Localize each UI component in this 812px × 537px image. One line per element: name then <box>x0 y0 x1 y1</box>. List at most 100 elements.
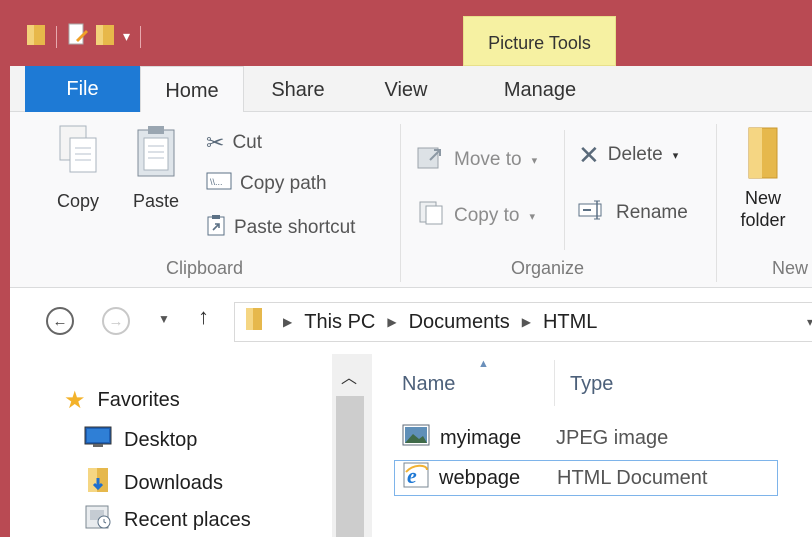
chevron-down-icon: ▾ <box>529 210 536 223</box>
customize-toolbar-icon[interactable]: ▾ <box>123 28 130 45</box>
ribbon: Copy Paste ✂ Cut \\... Copy path Paste s… <box>10 112 812 288</box>
file-row-webpage[interactable]: e webpage HTML Document <box>394 460 778 496</box>
navigation-bar: ← → ▼ ↑ ▶ This PC ▶ Documents ▶ HTML ▾ <box>10 288 812 354</box>
chevron-down-icon: ▾ <box>672 149 679 162</box>
image-file-icon <box>402 424 430 452</box>
copy-icon <box>56 125 100 180</box>
column-header-type[interactable]: Type <box>570 373 613 396</box>
sort-ascending-icon: ▲ <box>478 358 489 370</box>
title-bar: ▾ Picture Tools <box>0 0 812 66</box>
toolbar-divider <box>140 25 142 48</box>
back-button[interactable]: ← <box>46 307 74 335</box>
column-header-name[interactable]: Name <box>402 373 455 396</box>
new-folder-label-line1: New <box>744 188 781 208</box>
paste-shortcut-icon <box>206 214 226 242</box>
paste-shortcut-button[interactable]: Paste shortcut <box>206 214 355 242</box>
clipboard-group-label: Clipboard <box>166 258 244 278</box>
file-name: myimage <box>440 426 522 449</box>
rename-label: Rename <box>616 202 688 223</box>
folder-icon <box>26 22 46 51</box>
group-divider <box>400 124 401 282</box>
star-icon: ★ <box>64 387 86 414</box>
file-type: HTML Document <box>557 466 708 489</box>
move-to-button[interactable]: Move to ▾ <box>416 144 537 176</box>
breadcrumb-chevron-icon[interactable]: ▶ <box>522 315 531 329</box>
new-folder-label-line2: folder <box>740 210 786 230</box>
nav-item-favorites[interactable]: ★ Favorites <box>64 386 180 415</box>
copy-button[interactable]: Copy <box>48 124 108 212</box>
new-group-label: New <box>772 258 809 278</box>
copy-path-label: Copy path <box>240 173 327 194</box>
chevron-down-icon: ▾ <box>531 154 538 167</box>
nav-item-desktop[interactable]: Desktop <box>84 426 197 454</box>
file-type: JPEG image <box>556 426 669 449</box>
delete-x-icon: ✕ <box>578 140 600 170</box>
new-folder-icon <box>743 127 783 186</box>
nav-item-downloads[interactable]: Downloads <box>84 466 223 500</box>
delete-button[interactable]: ✕ Delete ▾ <box>578 140 679 170</box>
copy-to-icon <box>416 200 446 232</box>
tab-file[interactable]: File <box>25 66 140 112</box>
tab-home[interactable]: Home <box>140 66 244 113</box>
recent-locations-chevron-down-icon[interactable]: ▼ <box>158 312 170 326</box>
breadcrumb-this-pc[interactable]: This PC <box>304 311 375 334</box>
quick-access-toolbar: ▾ <box>26 22 145 51</box>
address-dropdown-icon[interactable]: ▾ <box>807 315 812 329</box>
up-arrow-icon[interactable]: ↑ <box>198 304 209 330</box>
new-folder-button[interactable]: New folder <box>728 124 798 231</box>
group-divider <box>716 124 717 282</box>
explorer-content: ★ Favorites Desktop Downloads Recent pla… <box>10 354 812 537</box>
svg-text:\\...: \\... <box>210 177 223 187</box>
breadcrumb-chevron-icon[interactable]: ▶ <box>283 315 292 329</box>
tab-share[interactable]: Share <box>260 66 336 112</box>
properties-icon[interactable] <box>67 22 89 51</box>
cut-button[interactable]: ✂ Cut <box>206 130 262 156</box>
breadcrumb-documents[interactable]: Documents <box>409 311 510 334</box>
copy-to-button[interactable]: Copy to ▾ <box>416 200 535 232</box>
tab-view[interactable]: View <box>375 66 437 112</box>
paste-shortcut-label: Paste shortcut <box>234 217 356 238</box>
ie-html-file-icon: e <box>403 462 429 494</box>
recent-places-icon <box>84 504 112 536</box>
recent-places-label: Recent places <box>124 508 251 531</box>
favorites-label: Favorites <box>97 389 180 411</box>
scrollbar-thumb[interactable] <box>336 396 364 537</box>
scroll-up-icon[interactable]: ︿ <box>341 364 357 388</box>
nav-item-recent-places[interactable]: Recent places <box>84 504 251 536</box>
paste-icon <box>132 126 180 182</box>
breadcrumb-html[interactable]: HTML <box>543 311 597 334</box>
paste-label: Paste <box>132 191 180 211</box>
cut-label: Cut <box>232 132 263 153</box>
downloads-label: Downloads <box>124 471 223 494</box>
move-to-icon <box>416 144 446 176</box>
paste-button[interactable]: Paste <box>126 124 186 212</box>
delete-label: Delete <box>607 144 663 165</box>
folder-icon <box>245 306 263 338</box>
copy-path-icon: \\... <box>206 172 232 196</box>
file-list: ▲ Name Type myimage JPEG image e webpage… <box>382 354 812 537</box>
picture-tools-context-tab: Picture Tools <box>463 16 616 66</box>
forward-button[interactable]: → <box>102 307 130 335</box>
navigation-pane: ★ Favorites Desktop Downloads Recent pla… <box>10 354 352 537</box>
move-to-label: Move to <box>454 149 522 170</box>
rename-button[interactable]: Rename <box>578 200 688 226</box>
column-divider[interactable] <box>554 360 555 406</box>
address-bar[interactable]: ▶ This PC ▶ Documents ▶ HTML ▾ <box>234 302 812 342</box>
new-folder-icon[interactable] <box>95 22 115 51</box>
group-divider <box>564 130 565 250</box>
breadcrumb-chevron-icon[interactable]: ▶ <box>387 315 396 329</box>
picture-tools-label: Picture Tools <box>488 33 591 53</box>
copy-path-button[interactable]: \\... Copy path <box>206 172 327 196</box>
downloads-icon <box>84 466 112 500</box>
navigation-pane-scrollbar[interactable]: ︿ <box>332 354 372 537</box>
desktop-icon <box>84 426 112 454</box>
toolbar-divider <box>56 25 57 48</box>
rename-icon <box>578 200 608 226</box>
file-name: webpage <box>439 466 521 489</box>
copy-to-label: Copy to <box>454 205 520 226</box>
ribbon-tabs: File Home Share View Manage <box>10 66 812 113</box>
tab-manage[interactable]: Manage <box>463 66 617 112</box>
scissors-icon: ✂ <box>206 130 225 155</box>
forward-arrow-icon: → <box>108 312 124 330</box>
file-row-myimage[interactable]: myimage JPEG image <box>394 420 778 456</box>
